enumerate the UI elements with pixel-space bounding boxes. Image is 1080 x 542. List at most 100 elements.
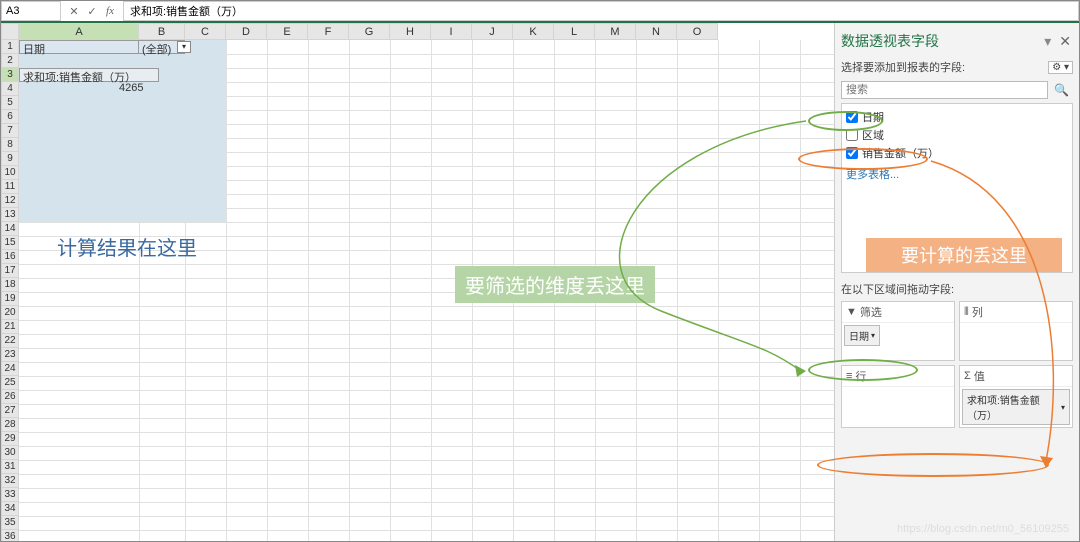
row-headers: 1234567891011121314151617181920212223242… — [1, 40, 19, 541]
pane-subtitle: 选择要添加到报表的字段: — [841, 59, 965, 75]
field-1[interactable]: 区域 — [846, 126, 1068, 144]
search-input[interactable] — [841, 81, 1048, 99]
col-header-F[interactable]: F — [308, 23, 349, 40]
row-header-24[interactable]: 24 — [1, 362, 19, 376]
column-headers: ABCDEFGHIJKLMNO — [19, 23, 718, 40]
col-header-E[interactable]: E — [267, 23, 308, 40]
col-header-I[interactable]: I — [431, 23, 472, 40]
field-list: 日期区域销售金额（万） 更多表格... 要计算的丢这里 — [841, 103, 1073, 273]
gear-icon[interactable]: ⚙ ▾ — [1048, 61, 1073, 74]
row-header-17[interactable]: 17 — [1, 264, 19, 278]
pivot-sum-label: 求和项:销售金额（万） — [19, 68, 159, 82]
row-header-35[interactable]: 35 — [1, 516, 19, 530]
confirm-icon[interactable]: ✓ — [85, 5, 99, 18]
watermark: https://blog.csdn.net/m0_56109255 — [897, 523, 1069, 535]
row-header-10[interactable]: 10 — [1, 166, 19, 180]
row-header-13[interactable]: 13 — [1, 208, 19, 222]
col-header-N[interactable]: N — [636, 23, 677, 40]
rows-zone[interactable]: ≡行 — [841, 365, 955, 428]
more-tables-link[interactable]: 更多表格... — [846, 162, 1068, 186]
col-header-D[interactable]: D — [226, 23, 267, 40]
field-checkbox[interactable] — [846, 147, 858, 159]
col-header-M[interactable]: M — [595, 23, 636, 40]
row-header-6[interactable]: 6 — [1, 110, 19, 124]
col-header-O[interactable]: O — [677, 23, 718, 40]
field-label: 日期 — [862, 109, 884, 125]
row-header-32[interactable]: 32 — [1, 474, 19, 488]
columns-zone-title: 列 — [972, 304, 983, 320]
row-header-1[interactable]: 1 — [1, 40, 19, 54]
row-header-20[interactable]: 20 — [1, 306, 19, 320]
row-header-9[interactable]: 9 — [1, 152, 19, 166]
values-zone[interactable]: Σ值 求和项:销售金额（万）▾ — [959, 365, 1073, 428]
row-header-28[interactable]: 28 — [1, 418, 19, 432]
annotation-result: 计算结果在这里 — [47, 228, 207, 265]
field-label: 区域 — [862, 127, 884, 143]
formula-bar-buttons: ✕ ✓ fx — [61, 5, 123, 18]
cancel-icon[interactable]: ✕ — [67, 5, 81, 18]
col-header-K[interactable]: K — [513, 23, 554, 40]
columns-icon: ⦀ — [964, 306, 969, 319]
field-label: 销售金额（万） — [862, 145, 939, 161]
fx-icon[interactable]: fx — [103, 5, 117, 18]
pivot-fields-pane: 数据透视表字段 ▾ ✕ 选择要添加到报表的字段: ⚙ ▾ 🔍 日期区域销售金额（… — [834, 23, 1079, 541]
row-header-22[interactable]: 22 — [1, 334, 19, 348]
search-icon[interactable]: 🔍 — [1050, 83, 1073, 97]
row-header-34[interactable]: 34 — [1, 502, 19, 516]
pane-menu-icon[interactable]: ▾ — [1044, 33, 1051, 50]
row-header-16[interactable]: 16 — [1, 250, 19, 264]
col-header-J[interactable]: J — [472, 23, 513, 40]
values-icon: Σ — [964, 370, 971, 382]
drag-label: 在以下区域间拖动字段: — [841, 273, 1073, 301]
rows-zone-title: 行 — [855, 368, 866, 384]
row-header-25[interactable]: 25 — [1, 376, 19, 390]
row-header-18[interactable]: 18 — [1, 278, 19, 292]
col-header-A[interactable]: A — [19, 23, 139, 40]
col-header-G[interactable]: G — [349, 23, 390, 40]
cells-area[interactable]: 日期 (全部) ▾ 求和项:销售金额（万） 4265 — [19, 40, 834, 541]
col-header-H[interactable]: H — [390, 23, 431, 40]
row-header-11[interactable]: 11 — [1, 180, 19, 194]
spreadsheet-area[interactable]: ABCDEFGHIJKLMNO 123456789101112131415161… — [1, 23, 834, 541]
field-checkbox[interactable] — [846, 129, 858, 141]
row-header-4[interactable]: 4 — [1, 82, 19, 96]
row-header-7[interactable]: 7 — [1, 124, 19, 138]
row-header-23[interactable]: 23 — [1, 348, 19, 362]
row-header-15[interactable]: 15 — [1, 236, 19, 250]
row-header-36[interactable]: 36 — [1, 530, 19, 541]
filter-dropdown-icon[interactable]: ▾ — [177, 41, 191, 53]
row-header-12[interactable]: 12 — [1, 194, 19, 208]
row-header-8[interactable]: 8 — [1, 138, 19, 152]
zone-tag[interactable]: 求和项:销售金额（万）▾ — [962, 389, 1070, 425]
row-header-14[interactable]: 14 — [1, 222, 19, 236]
filter-icon: ▼ — [846, 306, 857, 318]
row-header-29[interactable]: 29 — [1, 432, 19, 446]
pane-title-row: 数据透视表字段 ▾ ✕ — [841, 27, 1073, 55]
row-header-21[interactable]: 21 — [1, 320, 19, 334]
rows-icon: ≡ — [846, 370, 852, 382]
row-header-2[interactable]: 2 — [1, 54, 19, 68]
row-header-3[interactable]: 3 — [1, 68, 19, 82]
row-header-27[interactable]: 27 — [1, 404, 19, 418]
col-header-B[interactable]: B — [139, 23, 185, 40]
row-header-30[interactable]: 30 — [1, 446, 19, 460]
field-checkbox[interactable] — [846, 111, 858, 123]
zone-tag[interactable]: 日期▾ — [844, 325, 880, 346]
formula-input[interactable] — [123, 1, 1079, 21]
row-header-26[interactable]: 26 — [1, 390, 19, 404]
pane-subtitle-row: 选择要添加到报表的字段: ⚙ ▾ — [841, 55, 1073, 79]
row-header-31[interactable]: 31 — [1, 460, 19, 474]
select-all-corner[interactable] — [1, 23, 19, 40]
field-2[interactable]: 销售金额（万） — [846, 144, 1068, 162]
row-header-5[interactable]: 5 — [1, 96, 19, 110]
annotation-filter-dim: 要筛选的维度丢这里 — [455, 266, 655, 303]
close-icon[interactable]: ✕ — [1057, 33, 1073, 50]
name-box[interactable] — [1, 1, 61, 21]
field-0[interactable]: 日期 — [846, 108, 1068, 126]
filter-zone[interactable]: ▼筛选 日期▾ — [841, 301, 955, 361]
columns-zone[interactable]: ⦀列 — [959, 301, 1073, 361]
row-header-33[interactable]: 33 — [1, 488, 19, 502]
row-header-19[interactable]: 19 — [1, 292, 19, 306]
col-header-L[interactable]: L — [554, 23, 595, 40]
col-header-C[interactable]: C — [185, 23, 226, 40]
